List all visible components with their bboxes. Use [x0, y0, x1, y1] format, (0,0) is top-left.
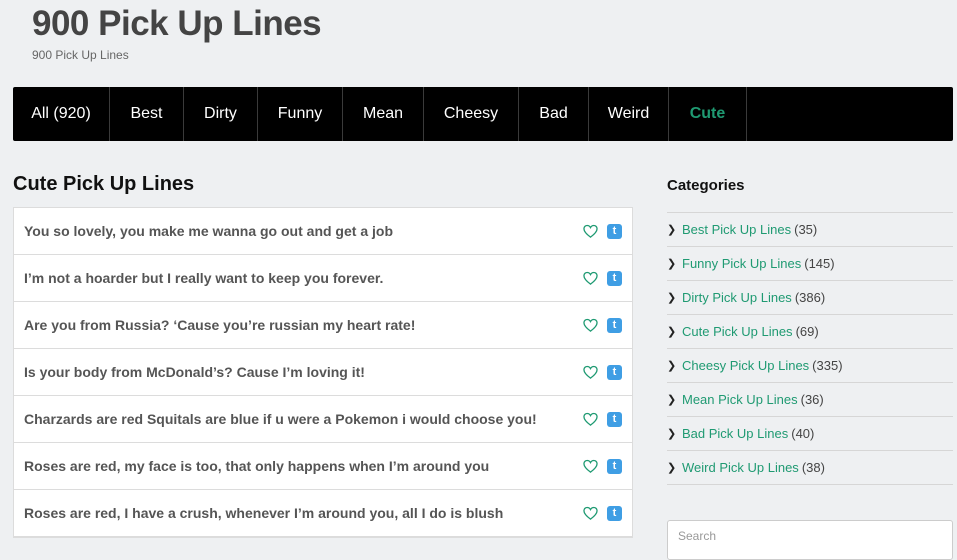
row-actions: t	[583, 317, 622, 333]
twitter-icon[interactable]: t	[607, 505, 622, 521]
sidebar-heading: Categories	[667, 177, 745, 194]
category-item: ❯ Cute Pick Up Lines (69)	[667, 315, 953, 349]
category-link[interactable]: Funny Pick Up Lines	[682, 256, 801, 271]
site-title[interactable]: 900 Pick Up Lines	[32, 4, 322, 44]
line-row: Is your body from McDonald’s? Cause I’m …	[14, 349, 632, 396]
category-link[interactable]: Best Pick Up Lines	[682, 222, 791, 237]
line-row: Roses are red, I have a crush, whenever …	[14, 490, 632, 537]
line-text[interactable]: Is your body from McDonald’s? Cause I’m …	[24, 364, 365, 380]
category-link[interactable]: Weird Pick Up Lines	[682, 460, 799, 475]
category-count: (35)	[794, 222, 818, 237]
heart-icon[interactable]	[583, 506, 598, 521]
twitter-icon[interactable]: t	[607, 270, 622, 286]
nav-item-mean[interactable]: Mean	[343, 87, 424, 141]
category-item: ❯ Weird Pick Up Lines (38)	[667, 451, 953, 485]
category-item: ❯ Cheesy Pick Up Lines (335)	[667, 349, 953, 383]
twitter-icon[interactable]: t	[607, 458, 622, 474]
category-item: ❯ Mean Pick Up Lines (36)	[667, 383, 953, 417]
chevron-right-icon: ❯	[667, 360, 677, 372]
nav-item-weird[interactable]: Weird	[589, 87, 669, 141]
twitter-icon[interactable]: t	[607, 223, 622, 239]
nav-item-cheesy[interactable]: Cheesy	[424, 87, 519, 141]
line-row: Charzards are red Squitals are blue if u…	[14, 396, 632, 443]
category-link[interactable]: Bad Pick Up Lines	[682, 426, 788, 441]
category-item: ❯ Bad Pick Up Lines (40)	[667, 417, 953, 451]
search-input[interactable]: Search	[667, 520, 953, 560]
chevron-right-icon: ❯	[667, 462, 677, 474]
heart-icon[interactable]	[583, 224, 598, 239]
row-actions: t	[583, 364, 622, 380]
category-link[interactable]: Cute Pick Up Lines	[682, 324, 793, 339]
heart-icon[interactable]	[583, 271, 598, 286]
line-row: I’m not a hoarder but I really want to k…	[14, 255, 632, 302]
heart-icon[interactable]	[583, 459, 598, 474]
category-count: (335)	[812, 358, 843, 373]
line-text[interactable]: Roses are red, my face is too, that only…	[24, 458, 489, 474]
line-text[interactable]: Roses are red, I have a crush, whenever …	[24, 505, 503, 521]
twitter-icon[interactable]: t	[607, 411, 622, 427]
nav-item-dirty[interactable]: Dirty	[184, 87, 258, 141]
category-count: (145)	[804, 256, 835, 271]
line-text[interactable]: Charzards are red Squitals are blue if u…	[24, 411, 537, 427]
category-nav: All (920) Best Dirty Funny Mean Cheesy B…	[13, 87, 953, 141]
chevron-right-icon: ❯	[667, 224, 677, 236]
category-count: (386)	[794, 290, 826, 305]
category-count: (38)	[801, 460, 825, 475]
row-actions: t	[583, 505, 622, 521]
line-row: You so lovely, you make me wanna go out …	[14, 208, 632, 255]
heart-icon[interactable]	[583, 318, 598, 333]
category-link[interactable]: Dirty Pick Up Lines	[682, 290, 792, 305]
row-actions: t	[583, 223, 622, 239]
row-actions: t	[583, 411, 622, 427]
chevron-right-icon: ❯	[667, 428, 677, 440]
category-item: ❯ Best Pick Up Lines (35)	[667, 213, 953, 247]
heart-icon[interactable]	[583, 412, 598, 427]
twitter-icon[interactable]: t	[607, 317, 622, 333]
category-item: ❯ Dirty Pick Up Lines (386)	[667, 281, 953, 315]
category-count: (36)	[800, 392, 824, 407]
category-count: (69)	[795, 324, 819, 339]
line-text[interactable]: I’m not a hoarder but I really want to k…	[24, 270, 383, 286]
chevron-right-icon: ❯	[667, 326, 677, 338]
nav-item-bad[interactable]: Bad	[519, 87, 589, 141]
pickup-lines-list: You so lovely, you make me wanna go out …	[13, 207, 633, 538]
chevron-right-icon: ❯	[667, 258, 677, 270]
category-link[interactable]: Cheesy Pick Up Lines	[682, 358, 809, 373]
nav-item-funny[interactable]: Funny	[258, 87, 343, 141]
page-heading: Cute Pick Up Lines	[13, 173, 195, 195]
heart-icon[interactable]	[583, 365, 598, 380]
category-link[interactable]: Mean Pick Up Lines	[682, 392, 798, 407]
line-text[interactable]: You so lovely, you make me wanna go out …	[24, 223, 393, 239]
category-count: (40)	[791, 426, 815, 441]
category-item: ❯ Funny Pick Up Lines (145)	[667, 247, 953, 281]
nav-item-all[interactable]: All (920)	[13, 87, 110, 141]
site-tagline: 900 Pick Up Lines	[32, 48, 129, 62]
line-row: Roses are red, my face is too, that only…	[14, 443, 632, 490]
chevron-right-icon: ❯	[667, 394, 677, 406]
line-text[interactable]: Are you from Russia? ‘Cause you’re russi…	[24, 317, 415, 333]
chevron-right-icon: ❯	[667, 292, 677, 304]
line-row: Are you from Russia? ‘Cause you’re russi…	[14, 302, 632, 349]
category-list: ❯ Best Pick Up Lines (35) ❯ Funny Pick Up Li…	[667, 212, 953, 485]
nav-item-cute[interactable]: Cute	[669, 87, 747, 141]
nav-item-best[interactable]: Best	[110, 87, 184, 141]
twitter-icon[interactable]: t	[607, 364, 622, 380]
row-actions: t	[583, 458, 622, 474]
row-actions: t	[583, 270, 622, 286]
